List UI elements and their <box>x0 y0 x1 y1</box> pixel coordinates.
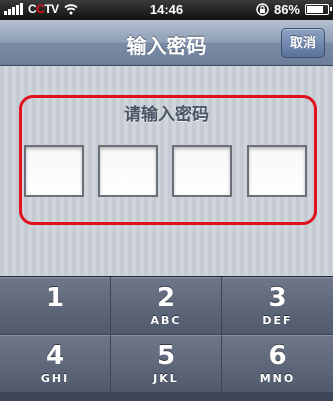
key-digit: 2 <box>156 283 176 313</box>
numeric-keypad: 1 2 ABC 3 DEF 4 GHI 5 JKL 6 MNO <box>0 276 333 401</box>
key-2[interactable]: 2 ABC <box>111 277 221 334</box>
key-3[interactable]: 3 DEF <box>222 277 333 334</box>
key-digit: 5 <box>156 341 176 371</box>
key-digit: 1 <box>45 283 65 313</box>
key-4[interactable]: 4 GHI <box>0 335 110 392</box>
red-highlight-outline <box>19 95 317 225</box>
key-letters: MNO <box>259 372 296 385</box>
passcode-area: 请输入密码 <box>0 66 333 276</box>
status-bar: CCTV 14:46 86% <box>0 0 333 20</box>
key-5[interactable]: 5 JKL <box>111 335 221 392</box>
battery-icon <box>305 4 332 15</box>
key-digit: 4 <box>45 341 65 371</box>
battery-fill <box>307 6 324 13</box>
key-6[interactable]: 6 MNO <box>222 335 333 392</box>
rotation-lock-icon <box>256 3 269 16</box>
key-letters: ABC <box>150 314 182 327</box>
key-letters: JKL <box>153 372 179 385</box>
key-digit: 3 <box>268 283 287 313</box>
cancel-button[interactable]: 取消 <box>281 28 325 58</box>
key-letters: DEF <box>262 314 293 327</box>
key-1[interactable]: 1 <box>0 277 110 334</box>
status-right: 86% <box>256 2 332 17</box>
battery-percentage: 86% <box>273 2 300 17</box>
key-digit: 6 <box>268 341 287 371</box>
navigation-bar: 输入密码 取消 <box>0 20 333 66</box>
key-letters: GHI <box>40 372 70 385</box>
